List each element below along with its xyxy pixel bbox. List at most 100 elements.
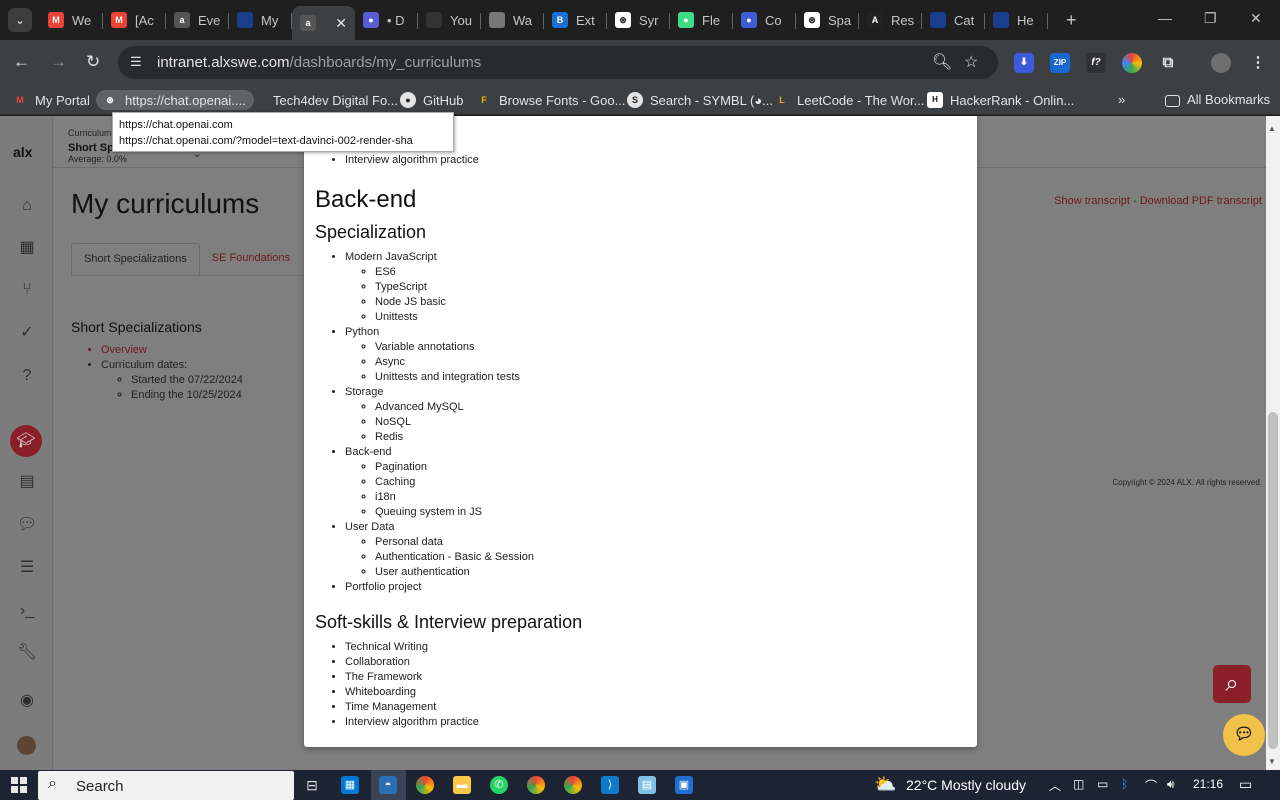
- show-transcript-link[interactable]: Show transcript: [1054, 195, 1130, 207]
- chat-icon[interactable]: 💬︎: [17, 515, 37, 535]
- battery-icon[interactable]: ▭: [1097, 777, 1108, 791]
- address-bar[interactable]: ☰ intranet.alxswe.com/dashboards/my_curr…: [118, 46, 998, 79]
- profile-avatar-icon[interactable]: [1211, 53, 1231, 73]
- tab-se-foundations[interactable]: SE Foundations: [200, 243, 302, 275]
- scrollbar-thumb[interactable]: [1268, 412, 1278, 749]
- restore-button[interactable]: ❐: [1204, 10, 1217, 27]
- chrome-profile-icon[interactable]: [527, 776, 545, 794]
- notification-icon[interactable]: ▭: [1239, 776, 1252, 793]
- list-item-label: Python: [345, 326, 380, 338]
- browser-tab[interactable]: B Ext: [544, 6, 607, 34]
- zip-extension-icon[interactable]: ZIP: [1050, 53, 1070, 73]
- wrench-icon[interactable]: 🔧︎: [17, 643, 37, 663]
- bookmark-hackerrank[interactable]: H HackerRank - Onlin...: [927, 92, 1074, 108]
- url-text[interactable]: intranet.alxswe.com/dashboards/my_curric…: [157, 54, 481, 71]
- zoom-icon[interactable]: 🔍︎: [932, 52, 952, 72]
- question-icon[interactable]: ?: [17, 366, 37, 386]
- bookmark-chatgpt[interactable]: ⊛ https://chat.openai....: [96, 90, 254, 110]
- clock[interactable]: 21:16: [1193, 777, 1223, 791]
- browser-tab[interactable]: You: [418, 6, 481, 34]
- store-icon[interactable]: ▦: [341, 776, 359, 794]
- chevron-up-icon[interactable]: ︿: [1049, 777, 1061, 794]
- home-icon[interactable]: ⌂: [17, 196, 37, 216]
- vscode-icon[interactable]: ⟩: [601, 776, 619, 794]
- bookmark-leetcode[interactable]: L LeetCode - The Wor...: [774, 92, 924, 108]
- minimize-button[interactable]: —: [1158, 10, 1172, 26]
- branch-icon[interactable]: ⑂: [17, 280, 37, 300]
- browser-tab[interactable]: ⊛ Syr: [607, 6, 670, 34]
- bookmark-star-icon[interactable]: ☆: [964, 52, 978, 72]
- chrome-profile-icon[interactable]: [564, 776, 582, 794]
- browser-tab[interactable]: a ✕: [292, 6, 355, 40]
- all-bookmarks-button[interactable]: All Bookmarks: [1165, 92, 1270, 107]
- weather-text[interactable]: 22°C Mostly cloudy: [906, 777, 1026, 793]
- browser-tab[interactable]: Cat: [922, 6, 985, 34]
- terminal-icon[interactable]: ›_: [17, 601, 37, 621]
- download-extension-icon[interactable]: ⬇: [1014, 53, 1034, 73]
- browser-tab[interactable]: Wa: [481, 6, 544, 34]
- bookmark-tech4dev[interactable]: Tech4dev Digital Fo...: [250, 92, 398, 108]
- photos-app-icon[interactable]: ◓: [379, 776, 397, 794]
- chrome-icon[interactable]: [416, 776, 434, 794]
- browser-tab[interactable]: ● Fle: [670, 6, 733, 34]
- browser-tab[interactable]: ● • D: [355, 6, 418, 34]
- scroll-up-icon[interactable]: ▲: [1268, 124, 1276, 133]
- browser-tab[interactable]: ⊛ Spa: [796, 6, 859, 34]
- discord-icon[interactable]: ◉: [17, 691, 37, 711]
- search-label: Search: [76, 778, 124, 795]
- browser-tab[interactable]: M We: [40, 6, 103, 34]
- reload-button[interactable]: ↻: [86, 52, 100, 72]
- bookmark-google-fonts[interactable]: F Browse Fonts - Goo...: [476, 92, 625, 108]
- notepad-icon[interactable]: ▤: [638, 776, 656, 794]
- bluetooth-icon[interactable]: ᛒ: [1121, 777, 1128, 791]
- overview-link[interactable]: Overview: [101, 343, 243, 358]
- tab-title: My: [261, 12, 279, 28]
- list-subitem: TypeScript: [375, 280, 965, 295]
- wifi-icon[interactable]: ⌒: [1145, 777, 1157, 794]
- function-extension-icon[interactable]: f?: [1086, 53, 1106, 73]
- close-window-button[interactable]: ✕: [1250, 10, 1262, 27]
- scroll-down-icon[interactable]: ▼: [1268, 757, 1276, 766]
- server-icon[interactable]: ☰: [17, 558, 37, 578]
- calendar-icon[interactable]: ▦: [17, 238, 37, 258]
- app-icon[interactable]: ▣: [675, 776, 693, 794]
- chat-fab-button[interactable]: 💬︎: [1223, 714, 1265, 756]
- document-icon[interactable]: ▤: [17, 472, 37, 492]
- avatar[interactable]: [17, 736, 36, 755]
- browser-tab[interactable]: A Res: [859, 6, 922, 34]
- check-icon[interactable]: ✓: [17, 323, 37, 343]
- bookmark-my-portal[interactable]: M My Portal: [12, 92, 90, 108]
- github-icon: [426, 12, 442, 28]
- taskbar-search[interactable]: ⌕ Search: [38, 771, 294, 800]
- alx-logo[interactable]: alx: [13, 144, 32, 160]
- whatsapp-icon[interactable]: ✆: [490, 776, 508, 794]
- overview-modal[interactable]: Interview algorithm practice Back-end Sp…: [304, 116, 977, 747]
- meet-icon[interactable]: ◫: [1073, 777, 1084, 791]
- tab-search-button[interactable]: ⌄: [8, 8, 32, 32]
- volume-icon[interactable]: 🔊︎: [1167, 777, 1175, 792]
- tab-short-specializations[interactable]: Short Specializations: [71, 243, 200, 275]
- download-transcript-link[interactable]: Download PDF transcript: [1140, 195, 1262, 207]
- browser-tab[interactable]: My: [229, 6, 292, 34]
- windows-start-icon[interactable]: [11, 777, 27, 793]
- forward-button[interactable]: →: [50, 52, 67, 72]
- browser-menu-icon[interactable]: ⋮: [1248, 53, 1268, 73]
- back-button[interactable]: ←: [13, 52, 30, 72]
- bookmarks-overflow-button[interactable]: »: [1118, 92, 1125, 107]
- search-fab-button[interactable]: ⌕: [1213, 665, 1251, 703]
- file-explorer-icon[interactable]: ▬: [453, 776, 471, 794]
- browser-tab[interactable]: ● Co: [733, 6, 796, 34]
- bookmark-github[interactable]: ● GitHub: [400, 92, 463, 108]
- new-tab-button[interactable]: +: [1066, 10, 1077, 31]
- site-info-icon[interactable]: ☰: [130, 54, 142, 70]
- browser-tab[interactable]: He: [985, 6, 1048, 34]
- extensions-puzzle-icon[interactable]: ⧉: [1158, 53, 1178, 73]
- color-picker-extension-icon[interactable]: [1122, 53, 1142, 73]
- browser-tab[interactable]: a Eve: [166, 6, 229, 34]
- curriculum-icon[interactable]: 🎓︎: [10, 425, 42, 457]
- task-view-icon[interactable]: ⊟: [303, 776, 321, 794]
- weather-icon[interactable]: ⛅: [874, 774, 896, 795]
- bookmark-symbl[interactable]: S Search - SYMBL (◕...: [627, 92, 773, 108]
- close-tab-icon[interactable]: ✕: [335, 15, 347, 32]
- browser-tab[interactable]: M [Ac: [103, 6, 166, 34]
